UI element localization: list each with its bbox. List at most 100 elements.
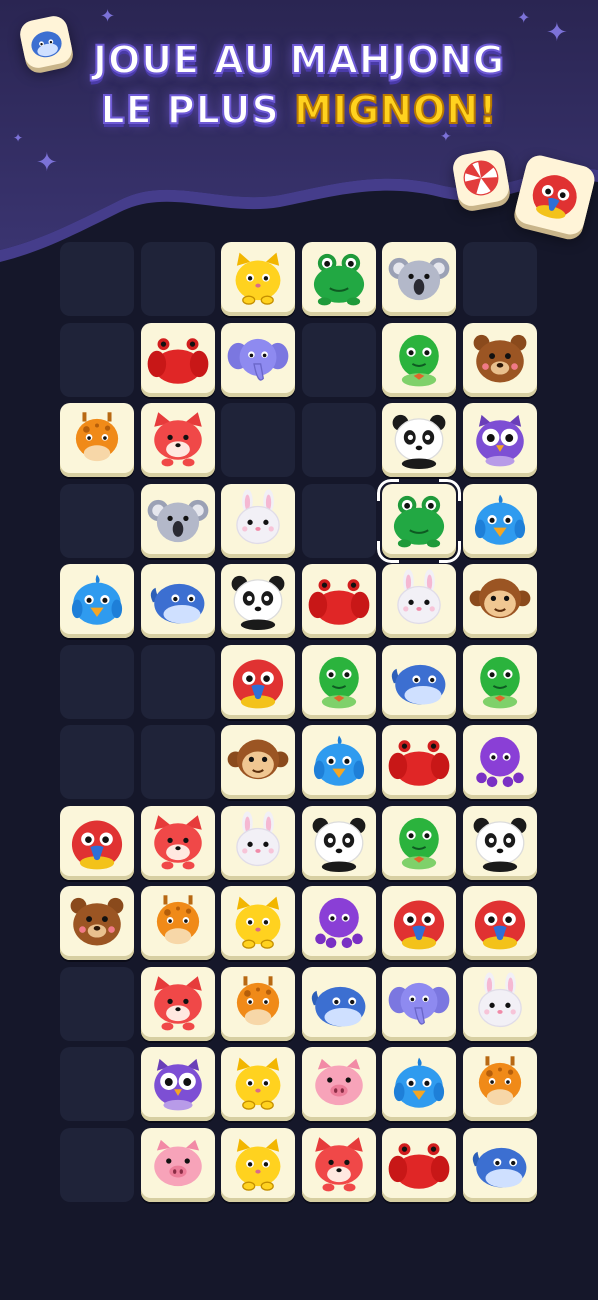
tile-giraffe[interactable]	[141, 886, 215, 960]
tile-turtle[interactable]	[302, 645, 376, 719]
turtle-icon	[399, 817, 439, 870]
cat-icon	[235, 896, 281, 949]
headline-highlight: MIGNON!	[293, 87, 498, 133]
tile-koala[interactable]	[141, 484, 215, 558]
octopus-icon	[315, 897, 363, 949]
tile-cat[interactable]	[221, 1047, 295, 1121]
tile-crab[interactable]	[302, 564, 376, 638]
panda-icon	[312, 817, 366, 873]
tile-rabbit[interactable]	[221, 484, 295, 558]
bear-icon	[473, 334, 527, 383]
tile-whale[interactable]	[141, 564, 215, 638]
empty-cell	[302, 484, 376, 558]
tile-bear[interactable]	[60, 886, 134, 960]
tile-giraffe[interactable]	[221, 967, 295, 1041]
tile-crab[interactable]	[382, 1128, 456, 1202]
tile-crab[interactable]	[141, 323, 215, 397]
tile-panda[interactable]	[463, 806, 537, 880]
panda-icon	[231, 575, 285, 631]
monkey-icon	[469, 578, 531, 619]
fox-icon	[154, 412, 202, 467]
tile-frog[interactable]	[302, 242, 376, 316]
empty-cell	[463, 242, 537, 316]
pig-icon	[154, 1139, 202, 1187]
whale-icon	[311, 986, 366, 1027]
tile-crab[interactable]	[382, 725, 456, 799]
empty-cell	[60, 645, 134, 719]
turtle-icon	[319, 656, 359, 709]
koala-icon	[388, 257, 450, 301]
tile-pig[interactable]	[302, 1047, 376, 1121]
crab-icon	[388, 740, 450, 786]
tile-whale[interactable]	[463, 1128, 537, 1202]
tile-giraffe[interactable]	[60, 403, 134, 477]
tile-koala[interactable]	[382, 242, 456, 316]
tile-frog[interactable]	[382, 484, 456, 558]
sparkle-icon: ✦	[13, 131, 24, 145]
sparkle-icon: ✦	[517, 8, 531, 27]
tile-bird[interactable]	[382, 1047, 456, 1121]
empty-cell	[141, 242, 215, 316]
tile-turtle[interactable]	[382, 323, 456, 397]
bird-icon	[71, 574, 123, 625]
tile-elephant[interactable]	[221, 323, 295, 397]
rabbit-icon	[397, 569, 441, 625]
tile-fox[interactable]	[141, 806, 215, 880]
tile-cat[interactable]	[221, 886, 295, 960]
giraffe-icon	[75, 412, 119, 462]
giraffe-icon	[156, 895, 200, 945]
empty-cell	[302, 323, 376, 397]
tile-turtle[interactable]	[463, 645, 537, 719]
tile-parrot[interactable]	[221, 645, 295, 719]
tile-parrot[interactable]	[382, 886, 456, 960]
tile-owl[interactable]	[141, 1047, 215, 1121]
fox-icon	[154, 815, 202, 870]
tile-fox[interactable]	[302, 1128, 376, 1202]
tile-whale[interactable]	[382, 645, 456, 719]
mahjong-board	[60, 242, 540, 1207]
tile-cat[interactable]	[221, 1128, 295, 1202]
parrot-icon	[393, 900, 445, 950]
tile-turtle[interactable]	[382, 806, 456, 880]
tile-bear[interactable]	[463, 323, 537, 397]
whale-icon	[391, 664, 446, 705]
elephant-icon	[227, 338, 289, 381]
tile-fox[interactable]	[141, 967, 215, 1041]
tile-parrot[interactable]	[463, 886, 537, 960]
tile-bird[interactable]	[463, 484, 537, 558]
turtle-icon	[480, 656, 520, 709]
owl-icon	[154, 1058, 202, 1111]
rabbit-icon	[478, 972, 522, 1028]
tile-panda[interactable]	[221, 564, 295, 638]
tile-octopus[interactable]	[302, 886, 376, 960]
sparkle-icon: ✦	[36, 148, 58, 178]
empty-cell	[60, 967, 134, 1041]
parrot-icon	[532, 175, 577, 219]
bird-icon	[474, 494, 526, 545]
whale-icon	[472, 1147, 527, 1188]
tile-rabbit[interactable]	[463, 967, 537, 1041]
tile-cat[interactable]	[221, 242, 295, 316]
tile-elephant[interactable]	[382, 967, 456, 1041]
bear-icon	[70, 897, 124, 946]
tile-owl[interactable]	[463, 403, 537, 477]
tile-monkey[interactable]	[221, 725, 295, 799]
tile-pig[interactable]	[141, 1128, 215, 1202]
tile-monkey[interactable]	[463, 564, 537, 638]
empty-cell	[141, 725, 215, 799]
tile-giraffe[interactable]	[463, 1047, 537, 1121]
tile-bird[interactable]	[302, 725, 376, 799]
tile-parrot[interactable]	[60, 806, 134, 880]
tile-panda[interactable]	[302, 806, 376, 880]
tile-rabbit[interactable]	[382, 564, 456, 638]
tile-whale[interactable]	[302, 967, 376, 1041]
empty-cell	[60, 242, 134, 316]
tile-rabbit[interactable]	[221, 806, 295, 880]
tile-fox[interactable]	[141, 403, 215, 477]
tile-octopus[interactable]	[463, 725, 537, 799]
bird-icon	[393, 1057, 445, 1108]
tile-panda[interactable]	[382, 403, 456, 477]
parrot-icon	[474, 900, 526, 950]
tile-bird[interactable]	[60, 564, 134, 638]
monkey-icon	[227, 739, 289, 780]
